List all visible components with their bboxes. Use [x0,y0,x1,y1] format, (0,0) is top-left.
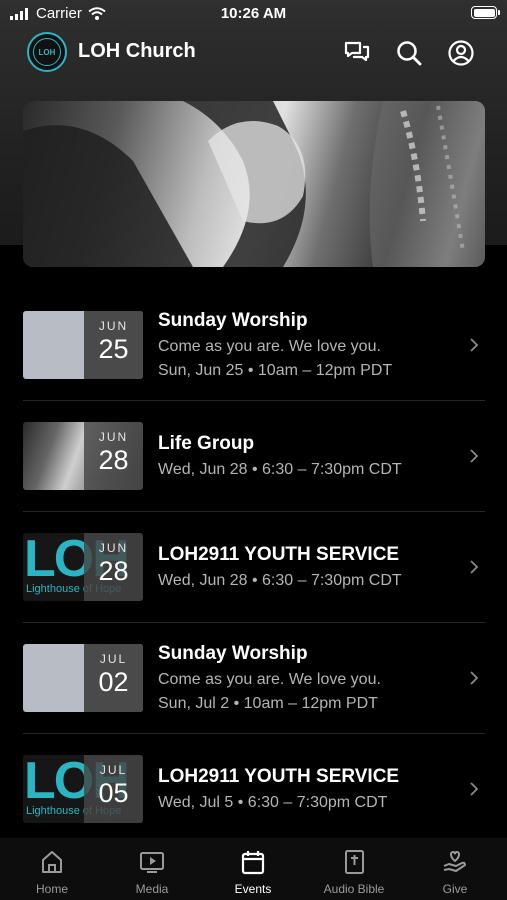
event-subtitle: Come as you are. We love you. [158,338,381,355]
tab-label: Events [234,882,272,896]
app-title: LOH Church [78,40,196,62]
app-header: LOH LOH Church [27,32,487,72]
chevron-right-icon [470,782,479,796]
event-title: Life Group [158,433,255,454]
event-text: Sunday Worship Come as you are. We love … [158,310,455,380]
event-row[interactable]: JUL 02 Sunday Worship Come as you are. W… [23,623,485,734]
event-thumbnail: LOH Lighthouse of Hope JUN 28 [23,533,143,601]
tab-events[interactable]: Events [203,848,303,896]
hands-clasped-photo [23,101,485,267]
chevron-right-icon [470,671,479,685]
date-month: JUL [99,652,128,666]
date-badge: JUN 28 [84,422,143,490]
hero-image[interactable] [23,101,485,267]
tab-home[interactable]: Home [2,848,102,896]
event-thumbnail: JUL 02 [23,644,143,712]
search-icon[interactable] [395,39,423,67]
chevron-right-icon [470,560,479,574]
logo-mark: LOH [33,38,61,66]
media-icon [140,852,164,873]
battery-icon [471,6,500,19]
bible-icon [345,850,364,874]
chevron-right-icon [470,338,479,352]
date-month: JUN [98,541,129,555]
date-badge: JUN 25 [84,311,143,379]
event-thumbnail: JUN 28 [23,422,143,490]
event-title: LOH2911 YOUTH SERVICE [158,544,400,565]
tab-media[interactable]: Media [102,848,202,896]
date-badge: JUN 28 [84,533,143,601]
event-thumbnail: JUN 25 [23,311,143,379]
tab-label: Give [442,882,468,896]
profile-icon[interactable] [447,39,475,67]
event-subtitle: Come as you are. We love you. [158,671,381,688]
event-title: Sunday Worship [158,310,308,331]
event-time: Wed, Jun 28 • 6:30 – 7:30pm CDT [158,461,402,478]
chat-icon[interactable] [343,39,371,67]
tab-audio-bible[interactable]: Audio Bible [304,848,404,896]
event-text: Sunday Worship Come as you are. We love … [158,643,455,713]
home-icon [42,851,62,873]
tab-give[interactable]: Give [405,848,505,896]
event-time: Sun, Jul 2 • 10am – 12pm PDT [158,695,378,712]
tab-label: Media [135,882,169,896]
status-bar: Carrier 10:26 AM [0,0,507,30]
give-icon [443,851,466,872]
event-time: Wed, Jun 28 • 6:30 – 7:30pm CDT [158,572,402,589]
church-logo[interactable]: LOH [27,32,67,72]
status-time: 10:26 AM [220,5,287,22]
date-day: 25 [98,334,129,364]
event-text: Life Group Wed, Jun 28 • 6:30 – 7:30pm C… [158,433,455,479]
date-badge: JUL 05 [84,755,143,823]
events-list: JUN 25 Sunday Worship Come as you are. W… [23,290,485,845]
event-title: Sunday Worship [158,643,308,664]
date-day: 05 [98,778,129,808]
event-row[interactable]: JUN 28 Life Group Wed, Jun 28 • 6:30 – 7… [23,401,485,512]
tab-label: Audio Bible [323,882,385,896]
header-actions [343,39,475,67]
date-month: JUN [98,319,129,333]
calendar-icon [241,851,265,875]
event-text: LOH2911 YOUTH SERVICE Wed, Jun 28 • 6:30… [158,544,455,590]
event-row[interactable]: LOH Lighthouse of Hope JUN 28 LOH2911 YO… [23,512,485,623]
event-row[interactable]: JUN 25 Sunday Worship Come as you are. W… [23,290,485,401]
event-time: Sun, Jun 25 • 10am – 12pm PDT [158,362,393,379]
date-month: JUN [98,430,129,444]
event-title: LOH2911 YOUTH SERVICE [158,766,400,787]
tab-label: Home [35,882,68,896]
date-badge: JUL 02 [84,644,143,712]
date-month: JUL [99,763,128,777]
event-text: LOH2911 YOUTH SERVICE Wed, Jul 5 • 6:30 … [158,766,455,812]
date-day: 28 [98,445,129,475]
date-day: 02 [98,667,129,697]
chevron-right-icon [470,449,479,463]
event-time: Wed, Jul 5 • 6:30 – 7:30pm CDT [158,794,388,811]
date-day: 28 [98,556,129,586]
event-row[interactable]: LOH Lighthouse of Hope JUL 05 LOH2911 YO… [23,734,485,845]
event-thumbnail: LOH Lighthouse of Hope JUL 05 [23,755,143,823]
tab-bar: Home Media Events Audio Bible Give [0,838,507,900]
